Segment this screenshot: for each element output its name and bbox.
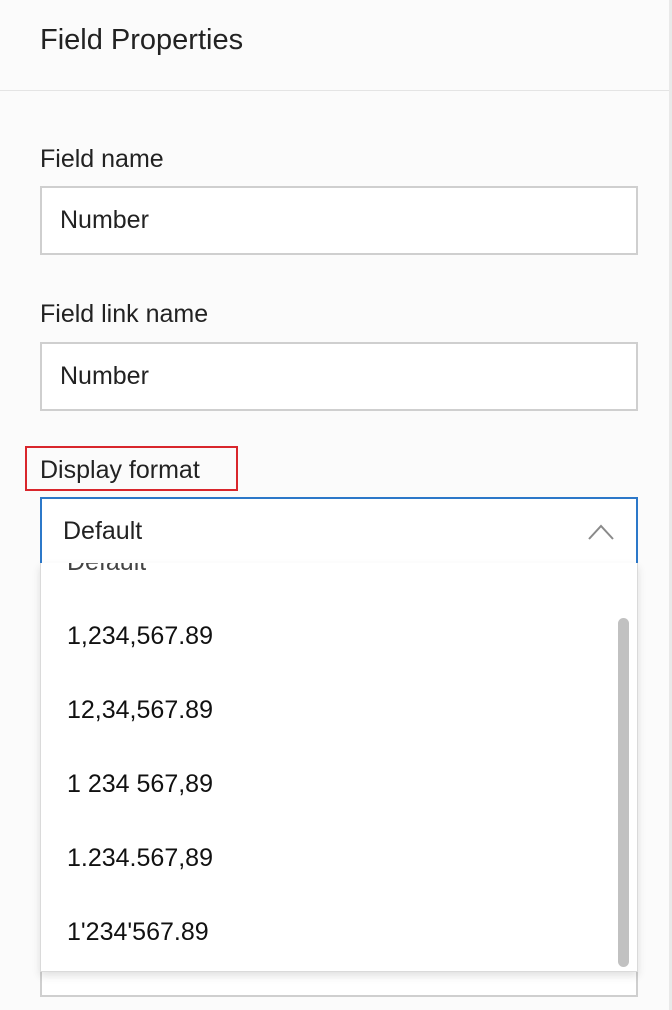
chevron-up-icon[interactable] [588, 523, 614, 541]
dropdown-option-4[interactable]: 1.234.567,89 [67, 844, 213, 873]
dropdown-scrollbar[interactable] [618, 618, 629, 967]
dropdown-option-5[interactable]: 1'234'567.89 [67, 918, 209, 947]
dropdown-option-3[interactable]: 1 234 567,89 [67, 770, 213, 799]
display-format-select[interactable]: Default [40, 497, 638, 563]
panel-header: Field Properties [0, 0, 672, 91]
field-properties-panel: Field Properties Field name Field link n… [0, 0, 672, 1010]
dropdown-option-2[interactable]: 12,34,567.89 [67, 696, 213, 725]
panel-title: Field Properties [40, 24, 244, 56]
display-format-dropdown: Default 1,234,567.89 12,34,567.89 1 234 … [40, 563, 638, 972]
field-name-input[interactable] [40, 186, 638, 255]
display-format-highlight [25, 446, 238, 491]
dropdown-option-default[interactable]: Default [67, 563, 146, 577]
dropdown-option-1[interactable]: 1,234,567.89 [67, 622, 213, 651]
field-link-name-input[interactable] [40, 342, 638, 411]
field-link-name-label: Field link name [40, 300, 209, 328]
display-format-selected-value: Default [63, 517, 143, 545]
field-name-label: Field name [40, 145, 164, 173]
